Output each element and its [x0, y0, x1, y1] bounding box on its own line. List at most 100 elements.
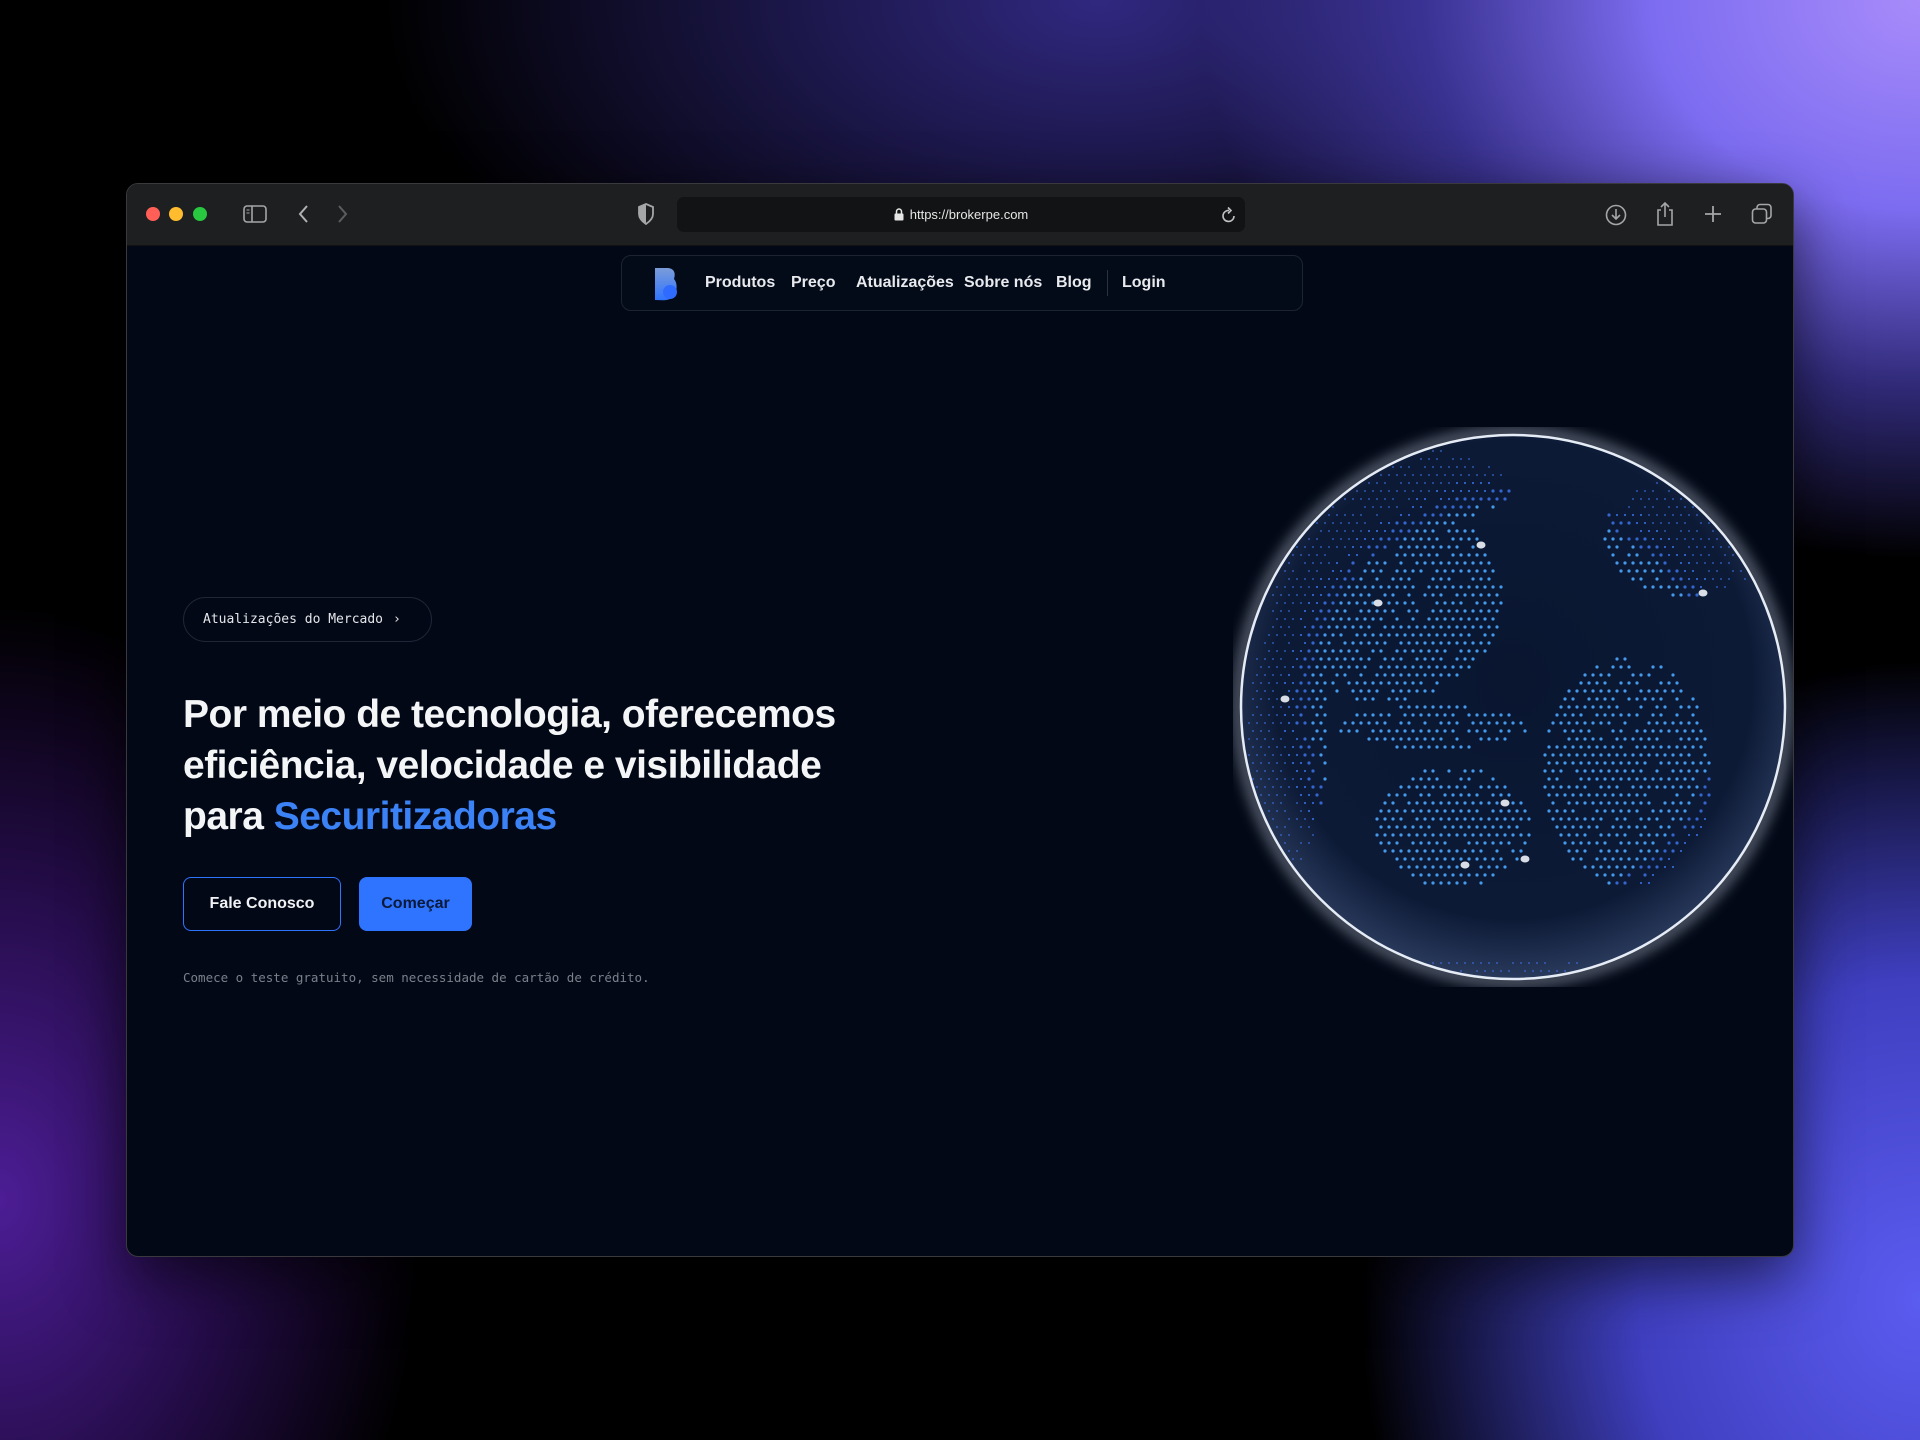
globe-dot: [1455, 641, 1459, 645]
globe-dot: [1443, 713, 1447, 717]
globe-dot: [1355, 665, 1359, 669]
globe-dot: [1491, 585, 1495, 589]
globe-dot: [1543, 753, 1547, 757]
globe-dot: [1491, 793, 1495, 797]
globe-dot: [1639, 833, 1643, 837]
globe-dot: [1427, 857, 1431, 861]
globe-dot: [1431, 673, 1435, 677]
globe-dot: [1695, 817, 1699, 821]
tab-overview-icon[interactable]: [1751, 203, 1773, 225]
globe-dot: [1711, 545, 1715, 549]
globe-dot: [1571, 825, 1575, 829]
globe-dot: [1695, 769, 1699, 773]
nav-login[interactable]: Login: [1122, 274, 1166, 292]
city-marker: [1500, 799, 1510, 807]
globe-dot: [1615, 881, 1619, 885]
forward-icon[interactable]: [335, 204, 349, 224]
globe-dot: [1335, 593, 1339, 597]
globe-dot: [1451, 473, 1455, 477]
globe-dot: [1431, 561, 1435, 565]
globe-dot: [1599, 705, 1603, 709]
globe-dot: [1275, 761, 1279, 765]
start-button[interactable]: Começar: [359, 877, 472, 931]
nav-atualizacoes[interactable]: Atualizações: [856, 274, 954, 292]
globe-dot: [1475, 825, 1479, 829]
globe-dot: [1667, 809, 1671, 813]
globe-dot: [1419, 665, 1423, 669]
globe-dot: [1467, 841, 1471, 845]
globe-dot: [1635, 793, 1639, 797]
globe-dot: [1691, 761, 1695, 765]
globe-dot: [1327, 545, 1331, 549]
globe-dot: [1531, 969, 1535, 973]
globe-dot: [1259, 665, 1263, 669]
globe-dot: [1663, 721, 1667, 725]
nav-sobre-nos[interactable]: Sobre nós: [964, 274, 1042, 292]
share-icon[interactable]: [1655, 201, 1675, 227]
reload-icon[interactable]: [1221, 206, 1237, 224]
globe-dot: [1447, 865, 1451, 869]
globe-dot: [1403, 537, 1407, 541]
globe-dot: [1415, 737, 1419, 741]
globe-dot: [1451, 665, 1455, 669]
globe-dot: [1667, 841, 1671, 845]
globe-dot: [1407, 833, 1411, 837]
globe-dot: [1675, 841, 1679, 845]
globe-dot: [1435, 505, 1439, 509]
globe-dot: [1395, 569, 1399, 573]
globe-dot: [1499, 473, 1503, 477]
globe-dot: [1403, 745, 1407, 749]
privacy-shield-icon[interactable]: [637, 203, 655, 225]
globe-dot: [1255, 721, 1259, 725]
globe-dot: [1599, 689, 1603, 693]
globe-dot: [1423, 497, 1427, 501]
globe-dot: [1295, 801, 1299, 805]
globe-dot: [1307, 585, 1311, 589]
globe-dot: [1643, 569, 1647, 573]
globe-dot: [1399, 737, 1403, 741]
globe-dot: [1427, 649, 1431, 653]
maximize-window-button[interactable]: [193, 207, 207, 221]
globe-dot: [1447, 785, 1451, 789]
globe-dot: [1511, 849, 1515, 853]
headline-line-3-prefix: para: [183, 795, 274, 838]
globe-dot: [1675, 521, 1679, 525]
globe-dot: [1703, 817, 1707, 821]
nav-blog[interactable]: Blog: [1056, 274, 1092, 292]
contact-button[interactable]: Fale Conosco: [183, 877, 341, 931]
globe-dot: [1699, 761, 1703, 765]
globe-dot: [1287, 721, 1291, 725]
address-bar[interactable]: https://brokerpe.com: [677, 197, 1245, 232]
globe-dot: [1471, 721, 1475, 725]
globe-dot: [1459, 649, 1463, 653]
globe-dot: [1631, 673, 1635, 677]
minimize-window-button[interactable]: [169, 207, 183, 221]
close-window-button[interactable]: [146, 207, 160, 221]
globe-dot: [1683, 841, 1687, 845]
chevron-right-icon: ›: [393, 612, 401, 627]
globe-dot: [1299, 809, 1303, 813]
globe-dot: [1399, 465, 1403, 469]
globe-dot: [1339, 569, 1343, 573]
globe-dot: [1483, 553, 1487, 557]
brokerpe-logo[interactable]: [654, 267, 678, 301]
globe-dot: [1407, 529, 1411, 533]
back-icon[interactable]: [297, 204, 311, 224]
new-tab-icon[interactable]: [1703, 204, 1723, 224]
nav-preco[interactable]: Preço: [791, 274, 835, 292]
globe-dot: [1367, 609, 1371, 613]
globe-dot: [1643, 793, 1647, 797]
globe-dot: [1523, 809, 1527, 813]
globe-dot: [1411, 489, 1415, 493]
globe-dot: [1435, 681, 1439, 685]
market-updates-badge[interactable]: Atualizações do Mercado ›: [183, 597, 432, 642]
nav-produtos[interactable]: Produtos: [705, 274, 775, 292]
globe-dot: [1727, 577, 1731, 581]
globe-dot: [1407, 513, 1411, 517]
globe-dot: [1623, 561, 1627, 565]
globe-dot: [1287, 753, 1291, 757]
globe-dot: [1675, 553, 1679, 557]
globe-dot: [1299, 745, 1303, 749]
sidebar-toggle-icon[interactable]: [243, 204, 267, 224]
download-icon[interactable]: [1605, 204, 1627, 226]
